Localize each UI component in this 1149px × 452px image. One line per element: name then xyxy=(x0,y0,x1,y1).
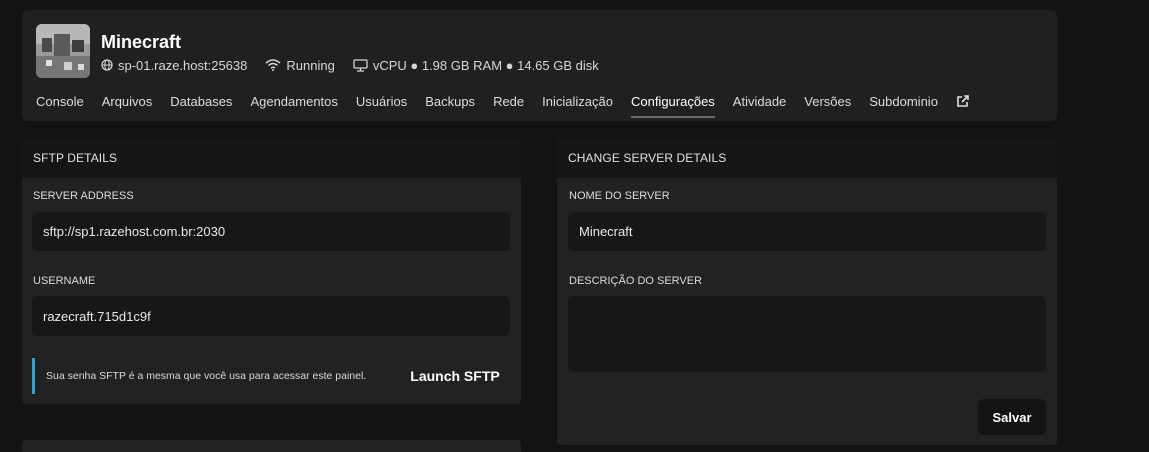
server-name: Minecraft xyxy=(101,32,182,52)
external-link-tab[interactable] xyxy=(956,92,969,118)
launch-sftp-button[interactable]: Launch SFTP xyxy=(405,360,505,392)
tab-usuarios[interactable]: Usuários xyxy=(356,92,407,118)
server-address-label: SERVER ADDRESS xyxy=(33,190,134,202)
tab-rede[interactable]: Rede xyxy=(493,92,524,118)
server-name-input[interactable]: Minecraft xyxy=(568,212,1046,251)
server-nav-tabs: Console Arquivos Databases Agendamentos … xyxy=(36,92,987,118)
server-address-text: sp-01.raze.host:25638 xyxy=(118,57,248,73)
tab-atividade[interactable]: Atividade xyxy=(733,92,786,118)
sftp-details-panel: SFTP DETAILS SERVER ADDRESS sftp://sp1.r… xyxy=(22,138,521,404)
username-field[interactable]: razecraft.715d1c9f xyxy=(32,296,510,336)
sftp-panel-title: SFTP DETAILS xyxy=(22,138,521,178)
tab-agendamentos[interactable]: Agendamentos xyxy=(250,92,337,118)
server-description-label: DESCRIÇÃO DO SERVER xyxy=(569,275,703,287)
server-header-card: Minecraft sp-01.raze.host:25638 Running xyxy=(22,10,1057,121)
wifi-icon xyxy=(265,59,281,71)
server-resources-text: vCPU ● 1.98 GB RAM ● 14.65 GB disk xyxy=(372,57,599,73)
server-info-row: sp-01.raze.host:25638 Running vCPU ● 1.9… xyxy=(101,56,617,74)
server-status: Running xyxy=(265,57,335,73)
tab-backups[interactable]: Backups xyxy=(425,92,475,118)
tab-versoes[interactable]: Versões xyxy=(804,92,851,118)
server-avatar xyxy=(36,24,90,78)
server-description-textarea[interactable] xyxy=(568,296,1046,372)
globe-icon xyxy=(101,59,113,71)
change-server-details-panel: CHANGE SERVER DETAILS NOME DO SERVER Min… xyxy=(557,138,1057,445)
server-address-field[interactable]: sftp://sp1.razehost.com.br:2030 xyxy=(32,212,510,251)
monitor-icon xyxy=(353,58,368,72)
external-link-icon xyxy=(957,95,969,107)
tab-databases[interactable]: Databases xyxy=(170,92,232,118)
tab-subdominio[interactable]: Subdominio xyxy=(869,92,938,118)
next-panel-partial xyxy=(22,440,521,452)
server-status-text: Running xyxy=(286,57,335,73)
tab-arquivos[interactable]: Arquivos xyxy=(102,92,153,118)
tab-inicializacao[interactable]: Inicialização xyxy=(542,92,613,118)
details-panel-title: CHANGE SERVER DETAILS xyxy=(557,138,1057,178)
tab-configuracoes[interactable]: Configurações xyxy=(630,92,715,118)
server-address: sp-01.raze.host:25638 xyxy=(101,58,247,73)
server-resources: vCPU ● 1.98 GB RAM ● 14.65 GB disk xyxy=(353,58,599,73)
save-button[interactable]: Salvar xyxy=(978,399,1046,435)
server-name-label: NOME DO SERVER xyxy=(569,190,670,202)
username-label: USERNAME xyxy=(33,275,96,287)
sftp-notice-text: Sua senha SFTP é a mesma que você usa pa… xyxy=(46,370,367,382)
tab-console[interactable]: Console xyxy=(36,92,84,118)
